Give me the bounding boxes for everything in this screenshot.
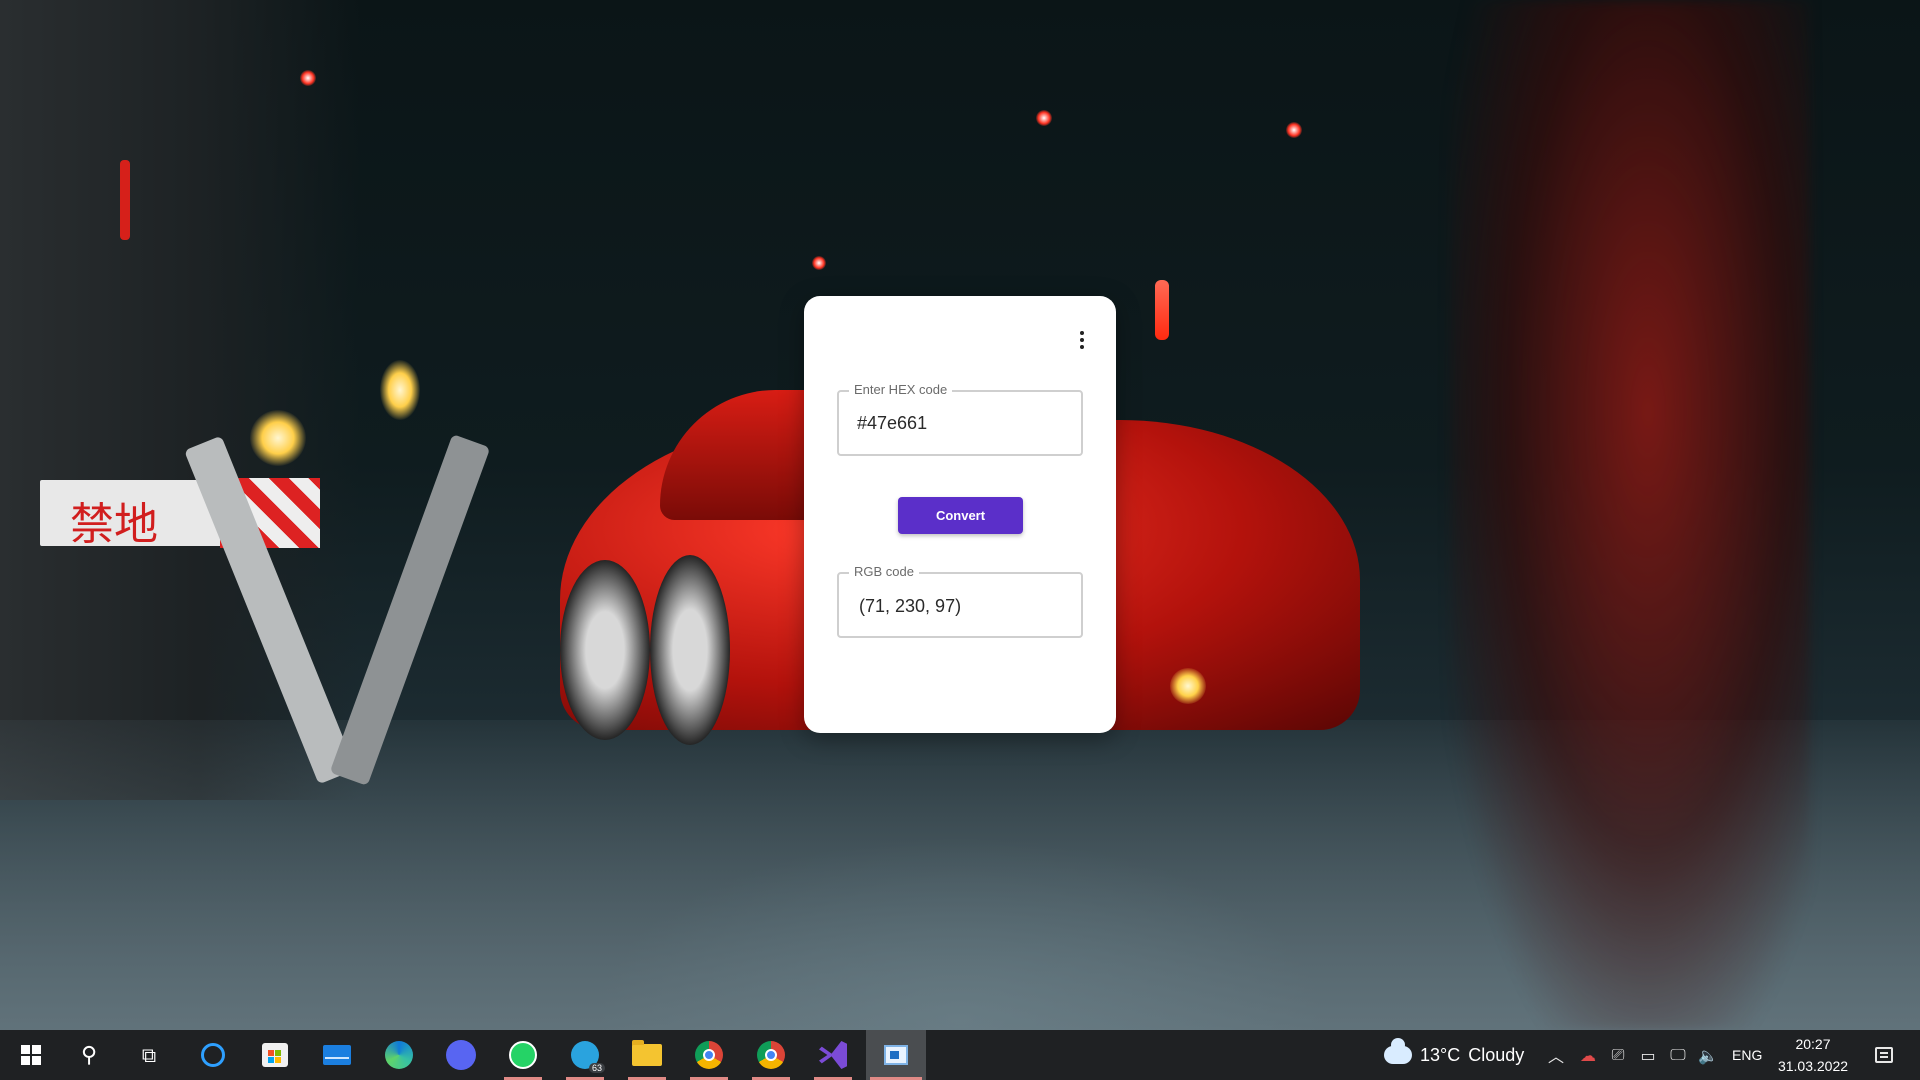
hex-input-label: Enter HEX code (849, 382, 953, 397)
mail-icon (323, 1045, 351, 1065)
weather-temp: 13°C (1420, 1044, 1461, 1065)
wallpaper-street-light (120, 160, 130, 240)
taskbar-edge[interactable] (374, 1030, 424, 1080)
hex-input[interactable] (857, 408, 1067, 438)
kebab-dot (1080, 345, 1084, 349)
visual-studio-icon (819, 1041, 847, 1069)
tray-volume[interactable]: 🔈 (1694, 1030, 1722, 1080)
taskbar-chrome[interactable] (746, 1030, 796, 1080)
wallpaper-street-light (1036, 110, 1052, 126)
wallpaper-street-light (250, 410, 306, 466)
rgb-output-label: RGB code (849, 564, 919, 579)
cortana-button[interactable] (188, 1030, 238, 1080)
folder-icon (632, 1040, 662, 1066)
camera-icon: ⎚ (1611, 1045, 1625, 1064)
wallpaper-car-headlight (1170, 668, 1206, 704)
taskbar-discord[interactable] (436, 1030, 486, 1080)
volume-icon: 🔈 (1698, 1045, 1718, 1065)
taskbar-mail[interactable] (312, 1030, 362, 1080)
taskbar-store[interactable] (250, 1030, 300, 1080)
kebab-dot (1080, 331, 1084, 335)
task-view-button[interactable]: ⧉ (124, 1030, 174, 1080)
clock-date: 31.03.2022 (1777, 1058, 1849, 1074)
app-icon (884, 1045, 908, 1065)
edge-icon (385, 1041, 413, 1069)
weather-condition: Cloudy (1468, 1044, 1525, 1065)
taskbar-whatsapp[interactable] (498, 1030, 548, 1080)
wallpaper-sign-text: 禁地 (70, 499, 158, 550)
search-icon: ⚲ (80, 1042, 98, 1068)
task-view-icon: ⧉ (141, 1043, 157, 1067)
store-icon (262, 1043, 288, 1067)
discord-icon (446, 1040, 476, 1070)
cortana-icon (201, 1043, 225, 1067)
network-icon: 🖵 (1670, 1045, 1686, 1064)
tray-meet-now[interactable]: ⎚ (1604, 1030, 1632, 1080)
chrome-icon (695, 1041, 723, 1069)
search-button[interactable]: ⚲ (64, 1030, 114, 1080)
wallpaper-street-light (300, 70, 316, 86)
notification-icon (1875, 1047, 1893, 1063)
wallpaper-fire-hydrant (1450, 0, 1810, 1030)
wallpaper-car-wheel (650, 555, 730, 745)
language-indicator[interactable]: ENG (1732, 1030, 1762, 1080)
tray-battery[interactable]: ▭ (1634, 1030, 1662, 1080)
taskbar-clock[interactable]: 20:27 31.03.2022 (1768, 1030, 1858, 1080)
wallpaper-street-light (380, 360, 420, 420)
weather-widget[interactable]: 13°C Cloudy (1384, 1030, 1524, 1080)
taskbar-hex-converter[interactable] (866, 1030, 926, 1080)
kebab-dot (1080, 338, 1084, 342)
telegram-icon: 63 (571, 1041, 605, 1073)
whatsapp-icon (509, 1041, 537, 1069)
chrome-icon (757, 1041, 785, 1069)
rgb-output-value[interactable]: (71, 230, 97) (859, 596, 961, 617)
wallpaper-street-light (812, 256, 826, 270)
taskbar-telegram[interactable]: 63 (560, 1030, 610, 1080)
cloud-error-icon: ☁ (1580, 1045, 1596, 1065)
convert-button[interactable]: Convert (898, 497, 1023, 534)
telegram-badge: 63 (588, 1063, 605, 1073)
wallpaper-car-wheel (560, 560, 650, 740)
start-button[interactable] (6, 1030, 56, 1080)
windows-icon (21, 1045, 41, 1065)
taskbar-visual-studio[interactable] (808, 1030, 858, 1080)
more-vert-icon[interactable] (1068, 326, 1096, 354)
clock-time: 20:27 (1795, 1036, 1831, 1052)
show-hidden-icons-button[interactable]: ︿ (1542, 1030, 1570, 1080)
hex-input-field[interactable]: Enter HEX code (837, 382, 1083, 456)
chevron-up-icon: ︿ (1547, 1047, 1564, 1066)
tray-network[interactable]: 🖵 (1664, 1030, 1692, 1080)
action-center-button[interactable] (1864, 1030, 1904, 1080)
wallpaper-street-light (1286, 122, 1302, 138)
tray-app-error[interactable]: ☁ (1574, 1030, 1602, 1080)
taskbar-file-explorer[interactable] (622, 1030, 672, 1080)
battery-icon: ▭ (1640, 1045, 1656, 1065)
taskbar-chrome-profile[interactable] (684, 1030, 734, 1080)
wallpaper-street-light (1155, 280, 1169, 340)
rgb-output-field[interactable]: RGB code (71, 230, 97) (837, 564, 1083, 638)
cloud-icon (1384, 1038, 1412, 1064)
taskbar: ⚲ ⧉ 63 13°C Cloudy ︿ ☁ ⎚ ▭ 🖵 🔈 ENG 20:27… (0, 1030, 1920, 1080)
